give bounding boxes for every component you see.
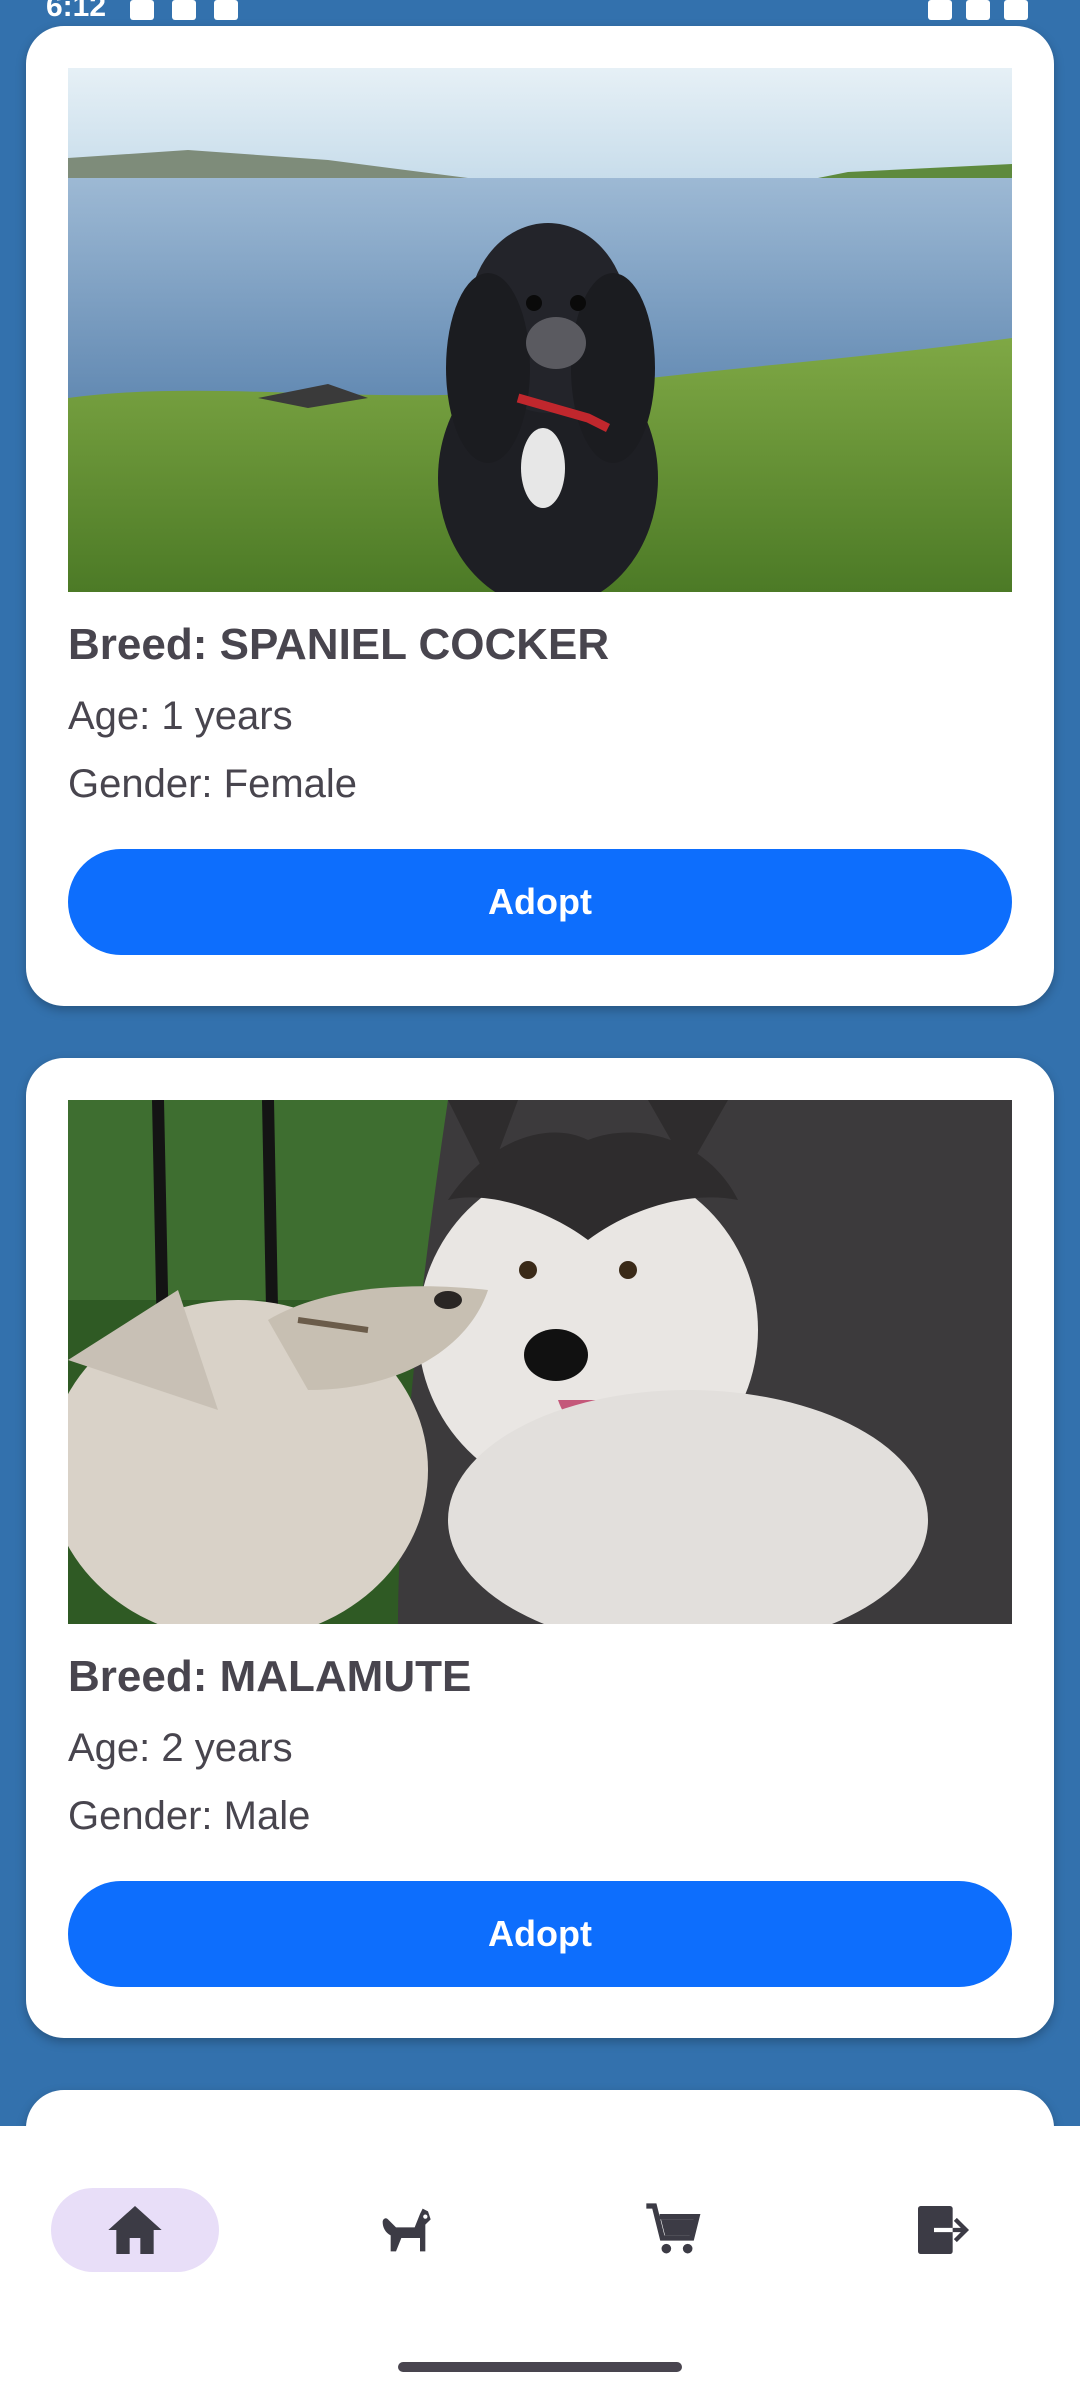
nav-home[interactable]: [51, 2188, 219, 2272]
pet-breed: Breed: MALAMUTE: [68, 1652, 472, 1701]
pet-gender: Gender: Male: [68, 1794, 311, 1838]
pet-photo: [68, 68, 1012, 592]
home-icon: [108, 2206, 162, 2254]
pet-photo: [68, 1100, 1012, 1624]
pet-age: Age: 1 years: [68, 694, 293, 738]
pet-card: Breed: SPANIEL COCKER Age: 1 years Gende…: [26, 26, 1054, 1006]
shield-icon: [214, 0, 238, 20]
dog-icon: [382, 2208, 431, 2252]
gesture-handle[interactable]: [398, 2362, 682, 2372]
pet-age: Age: 2 years: [68, 1726, 293, 1770]
sim-icon: [172, 0, 196, 20]
notification-icon: [130, 0, 154, 20]
status-bar: 6:12: [0, 0, 1080, 26]
logout-icon: [918, 2206, 970, 2254]
pet-feed[interactable]: Breed: SPANIEL COCKER Age: 1 years Gende…: [0, 0, 1080, 2126]
nav-pets[interactable]: [320, 2188, 488, 2272]
nav-logout[interactable]: [858, 2188, 1026, 2272]
adopt-button[interactable]: Adopt: [68, 1881, 1012, 1987]
wifi-icon: [928, 0, 952, 20]
status-time: 6:12: [46, 0, 107, 23]
pet-card: [26, 2090, 1054, 2126]
cart-icon: [646, 2203, 701, 2254]
pet-card: Breed: MALAMUTE Age: 2 years Gender: Mal…: [26, 1058, 1054, 2038]
pet-breed: Breed: SPANIEL COCKER: [68, 620, 610, 669]
signal-icon: [966, 0, 990, 20]
nav-cart[interactable]: [589, 2188, 757, 2272]
pet-gender: Gender: Female: [68, 762, 358, 806]
battery-icon: [1004, 0, 1028, 20]
adopt-button[interactable]: Adopt: [68, 849, 1012, 955]
malamute-figure: [398, 1100, 1012, 1624]
bottom-navigation: [0, 2126, 1080, 2400]
